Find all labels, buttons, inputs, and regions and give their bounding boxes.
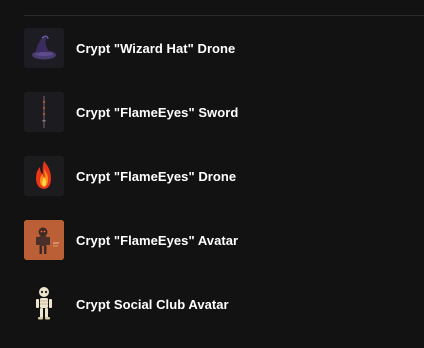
skeleton-icon bbox=[24, 284, 64, 324]
flame-icon bbox=[24, 156, 64, 196]
list-item-flameeyes-drone[interactable]: Crypt "FlameEyes" Drone bbox=[24, 156, 424, 196]
item-label: Crypt Social Club Avatar bbox=[76, 296, 229, 312]
item-label: Crypt "Wizard Hat" Drone bbox=[76, 40, 236, 56]
sword-icon bbox=[24, 92, 64, 132]
wizard-hat-icon bbox=[24, 28, 64, 68]
item-list: Crypt "Wizard Hat" Drone Crypt "FlameEye… bbox=[24, 28, 424, 348]
item-label: Crypt "FlameEyes" Sword bbox=[76, 104, 239, 120]
item-label: Crypt "FlameEyes" Avatar bbox=[76, 232, 239, 248]
avatar-icon bbox=[24, 220, 64, 260]
top-divider bbox=[24, 15, 424, 16]
list-item-wizard-hat-drone[interactable]: Crypt "Wizard Hat" Drone bbox=[24, 28, 424, 68]
list-item-flameeyes-avatar[interactable]: Crypt "FlameEyes" Avatar bbox=[24, 220, 424, 260]
list-item-crypt-social-club-avatar[interactable]: Crypt Social Club Avatar bbox=[24, 284, 424, 324]
list-item-flameeyes-sword[interactable]: Crypt "FlameEyes" Sword bbox=[24, 92, 424, 132]
item-label: Crypt "FlameEyes" Drone bbox=[76, 168, 237, 184]
